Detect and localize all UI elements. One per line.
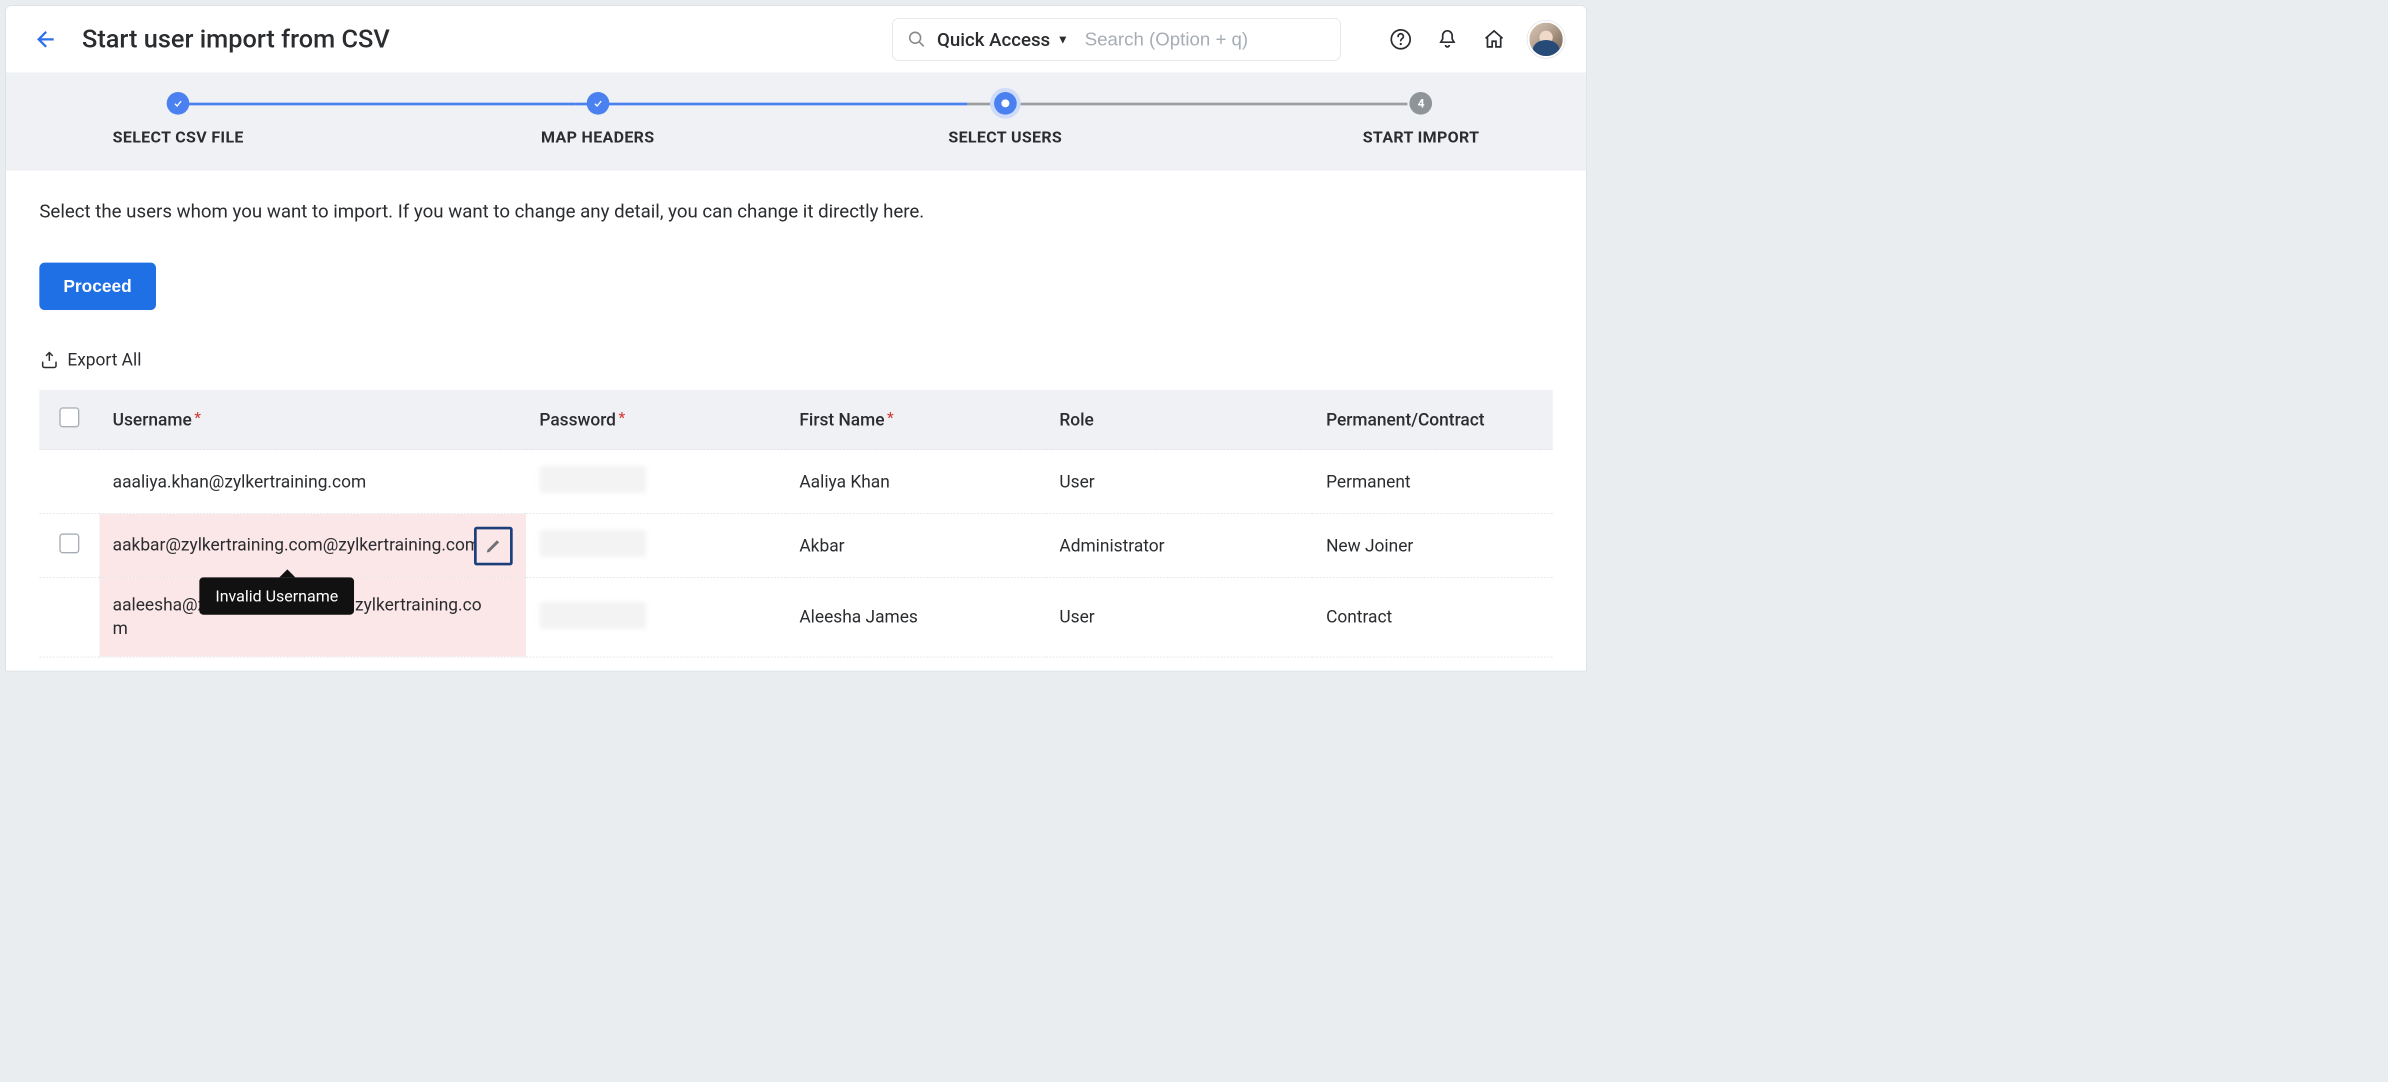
cell-first-name[interactable]: Aaliya Khan — [786, 450, 1046, 514]
edit-username-button[interactable] — [474, 526, 513, 565]
cell-password[interactable] — [526, 578, 786, 657]
step-select-csv[interactable]: SELECT CSV FILE — [113, 92, 244, 147]
instruction-text: Select the users whom you want to import… — [39, 197, 1552, 225]
check-icon — [592, 98, 603, 109]
header-icons — [1387, 21, 1564, 58]
export-all-button[interactable]: Export All — [39, 350, 141, 370]
col-role[interactable]: Role — [1046, 390, 1313, 450]
search-input[interactable] — [1085, 29, 1326, 50]
step-number: 4 — [1410, 92, 1433, 115]
proceed-button[interactable]: Proceed — [39, 263, 155, 310]
export-label: Export All — [67, 350, 141, 370]
quick-access-label[interactable]: Quick Access — [937, 28, 1050, 50]
home-icon[interactable] — [1481, 26, 1508, 53]
step-label: START IMPORT — [1363, 128, 1480, 147]
cell-first-name[interactable]: Akbar — [786, 514, 1046, 578]
users-table: Username* Password* First Name* Role Per… — [39, 390, 1552, 657]
wizard-stepper: SELECT CSV FILE MAP HEADERS SELECT USERS… — [6, 73, 1586, 170]
cell-role[interactable]: User — [1046, 450, 1313, 514]
col-username[interactable]: Username* — [99, 390, 526, 450]
quick-access-search[interactable]: Quick Access ▼ — [892, 18, 1340, 61]
bell-icon[interactable] — [1434, 26, 1461, 53]
step-map-headers[interactable]: MAP HEADERS — [541, 92, 654, 147]
select-all-checkbox[interactable] — [59, 407, 79, 427]
cell-type[interactable]: New Joiner — [1313, 514, 1553, 578]
table-header-row: Username* Password* First Name* Role Per… — [39, 390, 1552, 450]
col-password[interactable]: Password* — [526, 390, 786, 450]
col-first-name[interactable]: First Name* — [786, 390, 1046, 450]
cell-role[interactable]: User — [1046, 578, 1313, 657]
cell-username[interactable]: aaaliya.khan@zylkertraining.com — [99, 450, 526, 514]
search-icon — [908, 30, 927, 49]
caret-down-icon[interactable]: ▼ — [1057, 32, 1069, 46]
content-area: Select the users whom you want to import… — [6, 171, 1586, 671]
help-icon[interactable] — [1387, 26, 1414, 53]
user-avatar[interactable] — [1527, 21, 1564, 58]
cell-password[interactable] — [526, 450, 786, 514]
error-tooltip: Invalid Username — [199, 577, 354, 614]
col-type[interactable]: Permanent/Contract — [1313, 390, 1553, 450]
step-label: SELECT USERS — [948, 128, 1062, 147]
cell-role[interactable]: Administrator — [1046, 514, 1313, 578]
check-icon — [173, 98, 184, 109]
step-label: SELECT CSV FILE — [113, 128, 244, 147]
cell-type[interactable]: Contract — [1313, 578, 1553, 657]
page-header: Start user import from CSV Quick Access … — [6, 6, 1586, 73]
page-title: Start user import from CSV — [82, 25, 390, 54]
export-icon — [39, 350, 59, 370]
cell-username[interactable]: aakbar@zylkertraining.com@zylkertraining… — [99, 514, 526, 578]
table-row[interactable]: aaaliya.khan@zylkertraining.com Aaliya K… — [39, 450, 1552, 514]
app-frame: Start user import from CSV Quick Access … — [5, 5, 1586, 671]
table-row[interactable]: aakbar@zylkertraining.com@zylkertraining… — [39, 514, 1552, 578]
cell-type[interactable]: Permanent — [1313, 450, 1553, 514]
back-button[interactable] — [27, 22, 62, 57]
step-start-import[interactable]: 4 START IMPORT — [1363, 92, 1480, 147]
cell-password[interactable] — [526, 514, 786, 578]
step-label: MAP HEADERS — [541, 128, 654, 147]
arrow-left-icon — [33, 27, 57, 51]
pencil-icon — [485, 537, 502, 554]
step-select-users[interactable]: SELECT USERS — [948, 92, 1062, 147]
cell-first-name[interactable]: Aleesha James — [786, 578, 1046, 657]
row-checkbox[interactable] — [59, 533, 79, 553]
